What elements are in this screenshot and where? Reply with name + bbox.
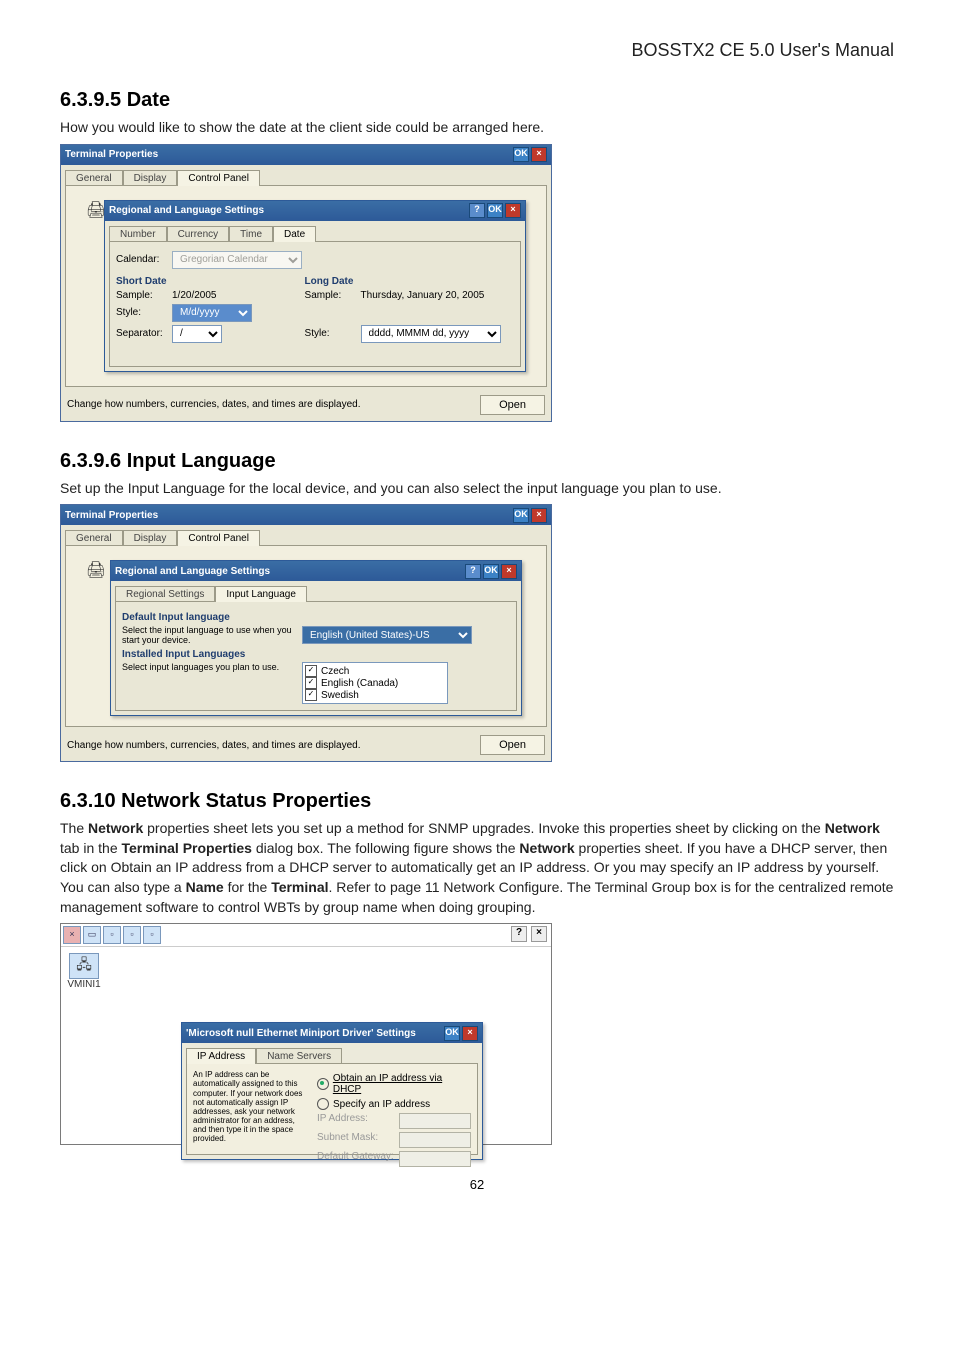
- close-icon[interactable]: ×: [505, 203, 521, 218]
- help-icon[interactable]: ?: [511, 926, 527, 942]
- radio-dhcp[interactable]: [317, 1078, 329, 1090]
- footer-text: Change how numbers, currencies, dates, a…: [67, 399, 361, 410]
- tab-control-panel[interactable]: Control Panel: [177, 530, 260, 546]
- tab-regional-settings[interactable]: Regional Settings: [115, 586, 215, 602]
- tab-general[interactable]: General: [65, 530, 123, 546]
- ip-address-label: IP Address:: [317, 1113, 395, 1129]
- page-number: 62: [60, 1177, 894, 1192]
- ok-titlebar-button[interactable]: OK: [513, 147, 529, 162]
- calendar-select[interactable]: Gregorian Calendar: [172, 251, 302, 269]
- terminal-properties-title: Terminal Properties: [65, 149, 158, 160]
- regional-settings-dialog-2: Regional and Language Settings ? OK × Re…: [110, 560, 522, 716]
- help-icon[interactable]: ?: [465, 564, 481, 579]
- section-date-intro: How you would like to show the date at t…: [60, 118, 894, 138]
- calendar-label: Calendar:: [116, 254, 168, 265]
- subnet-mask-label: Subnet Mask:: [317, 1132, 395, 1148]
- short-sample-label: Sample:: [116, 290, 168, 301]
- subnet-mask-input: [399, 1132, 471, 1148]
- printer-icon: 🖨: [82, 558, 110, 582]
- tab-general[interactable]: General: [65, 170, 123, 186]
- lang-czech: Czech: [321, 666, 349, 677]
- miniport-title: 'Microsoft null Ethernet Miniport Driver…: [186, 1028, 416, 1039]
- section-input-intro: Set up the Input Language for the local …: [60, 479, 894, 499]
- default-lang-desc: Select the input language to use when yo…: [122, 625, 292, 645]
- miniport-settings-dialog: 'Microsoft null Ethernet Miniport Driver…: [181, 1022, 483, 1160]
- help-icon[interactable]: ?: [469, 203, 485, 218]
- checkbox-icon[interactable]: ✓: [305, 689, 317, 701]
- gateway-label: Default Gateway:: [317, 1151, 395, 1167]
- short-style-label: Style:: [116, 307, 168, 318]
- terminal-properties-window: Terminal Properties OK × General Display…: [60, 144, 552, 422]
- ip-help-text: An IP address can be automatically assig…: [193, 1070, 309, 1148]
- tab-date[interactable]: Date: [273, 226, 316, 242]
- regional-settings-title: Regional and Language Settings: [115, 566, 270, 577]
- connection-icon[interactable]: 🖧 VMINI1: [67, 953, 101, 990]
- task-icon[interactable]: ▭: [83, 926, 101, 944]
- long-style-label: Style:: [305, 328, 357, 339]
- radio-dhcp-label: Obtain an IP address via DHCP: [333, 1073, 471, 1095]
- lang-engca: English (Canada): [321, 678, 398, 689]
- task-icon[interactable]: ▫: [143, 926, 161, 944]
- tab-time[interactable]: Time: [229, 226, 273, 242]
- radio-specify-label: Specify an IP address: [333, 1099, 430, 1110]
- separator-label: Separator:: [116, 328, 168, 339]
- radio-specify[interactable]: [317, 1098, 329, 1110]
- doc-header: BOSSTX2 CE 5.0 User's Manual: [60, 40, 894, 61]
- tab-ip-address[interactable]: IP Address: [186, 1048, 256, 1064]
- long-style-select[interactable]: dddd, MMMM dd, yyyy: [361, 325, 501, 343]
- tab-input-language[interactable]: Input Language: [215, 586, 307, 602]
- network-connections-window: × ▭ ▫ ▫ ▫ ? × 🖧 VMINI1 'Microsoft null E…: [60, 923, 552, 1145]
- long-sample-label: Sample:: [305, 290, 357, 301]
- short-sample-value: 1/20/2005: [172, 290, 217, 301]
- regional-settings-title: Regional and Language Settings: [109, 205, 264, 216]
- close-icon[interactable]: ×: [63, 926, 81, 944]
- ok-titlebar-button[interactable]: OK: [483, 564, 499, 579]
- terminal-properties-window-2: Terminal Properties OK × General Display…: [60, 504, 552, 762]
- section-network-body: The Network properties sheet lets you se…: [60, 819, 894, 917]
- checkbox-icon[interactable]: ✓: [305, 677, 317, 689]
- installed-lang-list[interactable]: ✓ Czech ✓ English (Canada) ✓ Swedish: [302, 662, 448, 704]
- tab-currency[interactable]: Currency: [167, 226, 230, 242]
- lang-swedish: Swedish: [321, 690, 359, 701]
- task-icon[interactable]: ▫: [123, 926, 141, 944]
- open-button[interactable]: Open: [480, 395, 545, 415]
- close-icon[interactable]: ×: [531, 147, 547, 162]
- short-date-title: Short Date: [116, 276, 291, 287]
- open-button[interactable]: Open: [480, 735, 545, 755]
- tab-name-servers[interactable]: Name Servers: [256, 1048, 342, 1064]
- tab-display[interactable]: Display: [123, 530, 178, 546]
- close-icon[interactable]: ×: [531, 926, 547, 942]
- regional-settings-dialog: Regional and Language Settings ? OK × Nu…: [104, 200, 526, 372]
- section-network-heading: 6.3.10 Network Status Properties: [60, 790, 894, 813]
- gateway-input: [399, 1151, 471, 1167]
- long-date-title: Long Date: [305, 276, 514, 287]
- default-lang-select[interactable]: English (United States)-US: [302, 626, 472, 644]
- task-icon[interactable]: ▫: [103, 926, 121, 944]
- close-icon[interactable]: ×: [531, 508, 547, 523]
- installed-lang-desc: Select input languages you plan to use.: [122, 662, 292, 704]
- footer-text: Change how numbers, currencies, dates, a…: [67, 740, 361, 751]
- ok-titlebar-button[interactable]: OK: [513, 508, 529, 523]
- ok-titlebar-button[interactable]: OK: [487, 203, 503, 218]
- terminal-properties-title: Terminal Properties: [65, 510, 158, 521]
- installed-lang-title: Installed Input Languages: [122, 649, 510, 660]
- network-adapter-icon: 🖧: [69, 953, 99, 979]
- tab-display[interactable]: Display: [123, 170, 178, 186]
- long-sample-value: Thursday, January 20, 2005: [361, 290, 485, 301]
- section-input-heading: 6.3.9.6 Input Language: [60, 450, 894, 473]
- short-style-select[interactable]: M/d/yyyy: [172, 304, 252, 322]
- section-date-heading: 6.3.9.5 Date: [60, 89, 894, 112]
- tab-number[interactable]: Number: [109, 226, 167, 242]
- ip-address-input: [399, 1113, 471, 1129]
- checkbox-icon[interactable]: ✓: [305, 665, 317, 677]
- ok-titlebar-button[interactable]: OK: [444, 1026, 460, 1041]
- connection-label: VMINI1: [67, 979, 100, 990]
- tab-control-panel[interactable]: Control Panel: [177, 170, 260, 186]
- separator-select[interactable]: /: [172, 325, 222, 343]
- close-icon[interactable]: ×: [501, 564, 517, 579]
- default-lang-title: Default Input language: [122, 612, 510, 623]
- close-icon[interactable]: ×: [462, 1026, 478, 1041]
